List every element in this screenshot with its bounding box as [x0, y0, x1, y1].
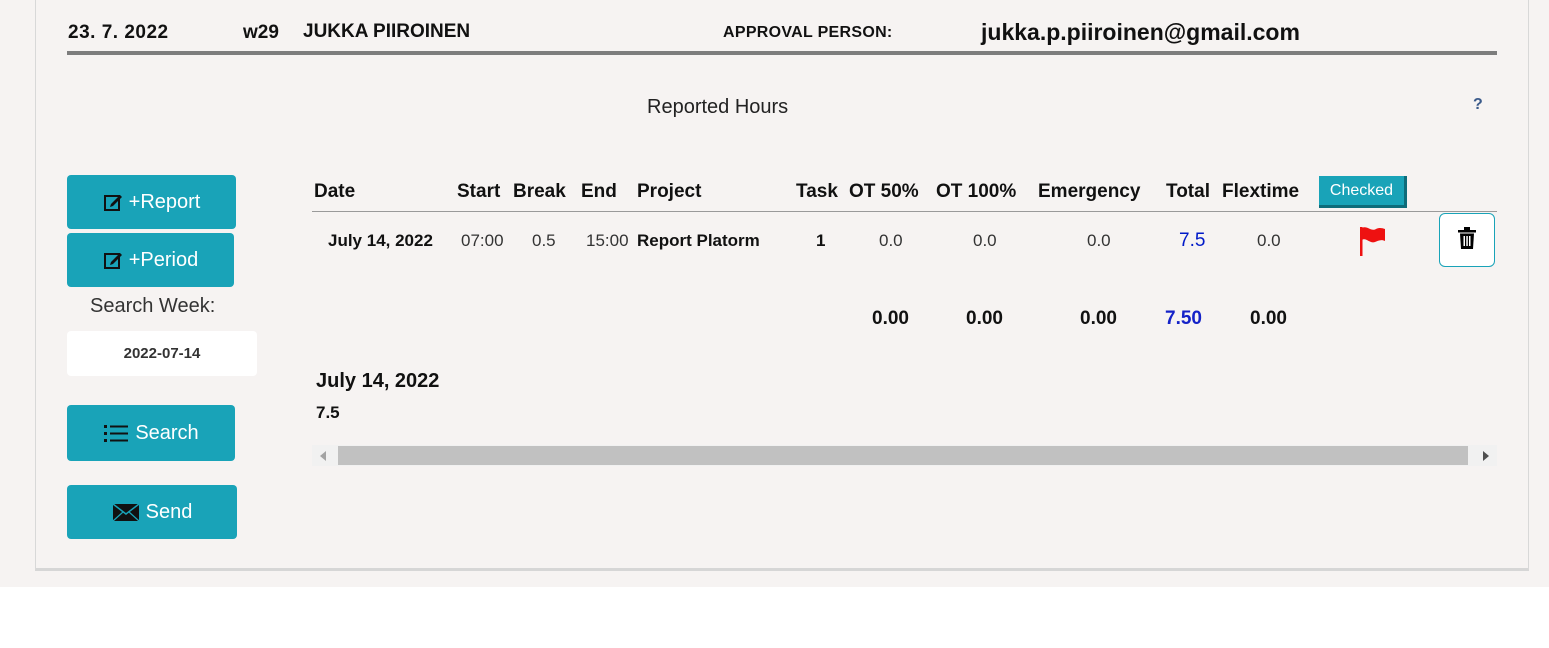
section-title: Reported Hours: [647, 96, 789, 118]
trash-icon: [1458, 226, 1476, 254]
total-ot50: 0.00: [872, 308, 909, 329]
flag-icon[interactable]: [1358, 226, 1386, 261]
col-header-project: Project: [637, 181, 702, 202]
col-header-ot100: OT 100%: [936, 181, 1017, 202]
col-header-start: Start: [457, 181, 501, 202]
col-header-break: Break: [513, 181, 566, 202]
scrollbar-thumb[interactable]: [338, 446, 1468, 465]
cell-emergency: 0.0: [1087, 231, 1111, 250]
approval-person-label: APPROVAL PERSON:: [723, 24, 893, 41]
cell-flextime: 0.0: [1257, 231, 1281, 250]
cell-project: Report Platorm: [637, 231, 760, 250]
cell-start: 07:00: [461, 231, 504, 250]
search-label: Search: [135, 421, 199, 444]
table-header-divider: [312, 211, 1497, 212]
search-button[interactable]: Search: [67, 405, 235, 461]
cell-total: 7.5: [1179, 230, 1206, 251]
total-flextime: 0.00: [1250, 308, 1287, 329]
list-icon: [103, 423, 129, 443]
approval-person-email: jukka.p.piiroinen@gmail.com: [981, 19, 1300, 45]
send-button[interactable]: Send: [67, 485, 237, 539]
cell-break: 0.5: [532, 231, 556, 250]
col-header-task: Task: [796, 181, 838, 202]
horizontal-scrollbar[interactable]: [312, 445, 1497, 466]
send-label: Send: [145, 500, 193, 523]
edit-icon: [103, 250, 123, 270]
envelope-icon: [112, 502, 140, 522]
header-divider: [67, 51, 1497, 55]
cell-task: 1: [816, 231, 826, 250]
day-summary-total: 7.5: [316, 403, 340, 422]
cell-end: 15:00: [586, 231, 629, 250]
header-date: 23. 7. 2022: [68, 22, 169, 43]
search-week-label: Search Week:: [90, 295, 216, 317]
header-user-name: JUKKA PIIROINEN: [303, 21, 471, 42]
add-period-button[interactable]: +Period: [67, 233, 234, 287]
scroll-left-icon[interactable]: [320, 451, 326, 461]
checked-button[interactable]: Checked: [1319, 176, 1407, 208]
main-panel: [35, 0, 1529, 571]
add-period-label: +Period: [128, 248, 199, 271]
col-header-end: End: [581, 181, 617, 202]
help-link[interactable]: ?: [1473, 96, 1483, 114]
col-header-date: Date: [314, 181, 356, 202]
total-emergency: 0.00: [1080, 308, 1117, 329]
add-report-label: +Report: [128, 190, 201, 213]
total-ot100: 0.00: [966, 308, 1003, 329]
cell-ot100: 0.0: [973, 231, 997, 250]
col-header-emergency: Emergency: [1038, 181, 1141, 202]
search-week-input[interactable]: [67, 331, 257, 376]
col-header-flextime: Flextime: [1222, 181, 1300, 202]
day-summary-date: July 14, 2022: [316, 370, 440, 392]
delete-button[interactable]: [1439, 213, 1495, 267]
header-week: w29: [243, 22, 279, 43]
edit-icon: [103, 192, 123, 212]
col-header-total: Total: [1166, 181, 1210, 202]
scroll-right-icon[interactable]: [1483, 451, 1489, 461]
total-hours: 7.50: [1165, 308, 1202, 329]
col-header-ot50: OT 50%: [849, 181, 919, 202]
add-report-button[interactable]: +Report: [67, 175, 236, 229]
cell-ot50: 0.0: [879, 231, 903, 250]
cell-date: July 14, 2022: [328, 231, 433, 250]
